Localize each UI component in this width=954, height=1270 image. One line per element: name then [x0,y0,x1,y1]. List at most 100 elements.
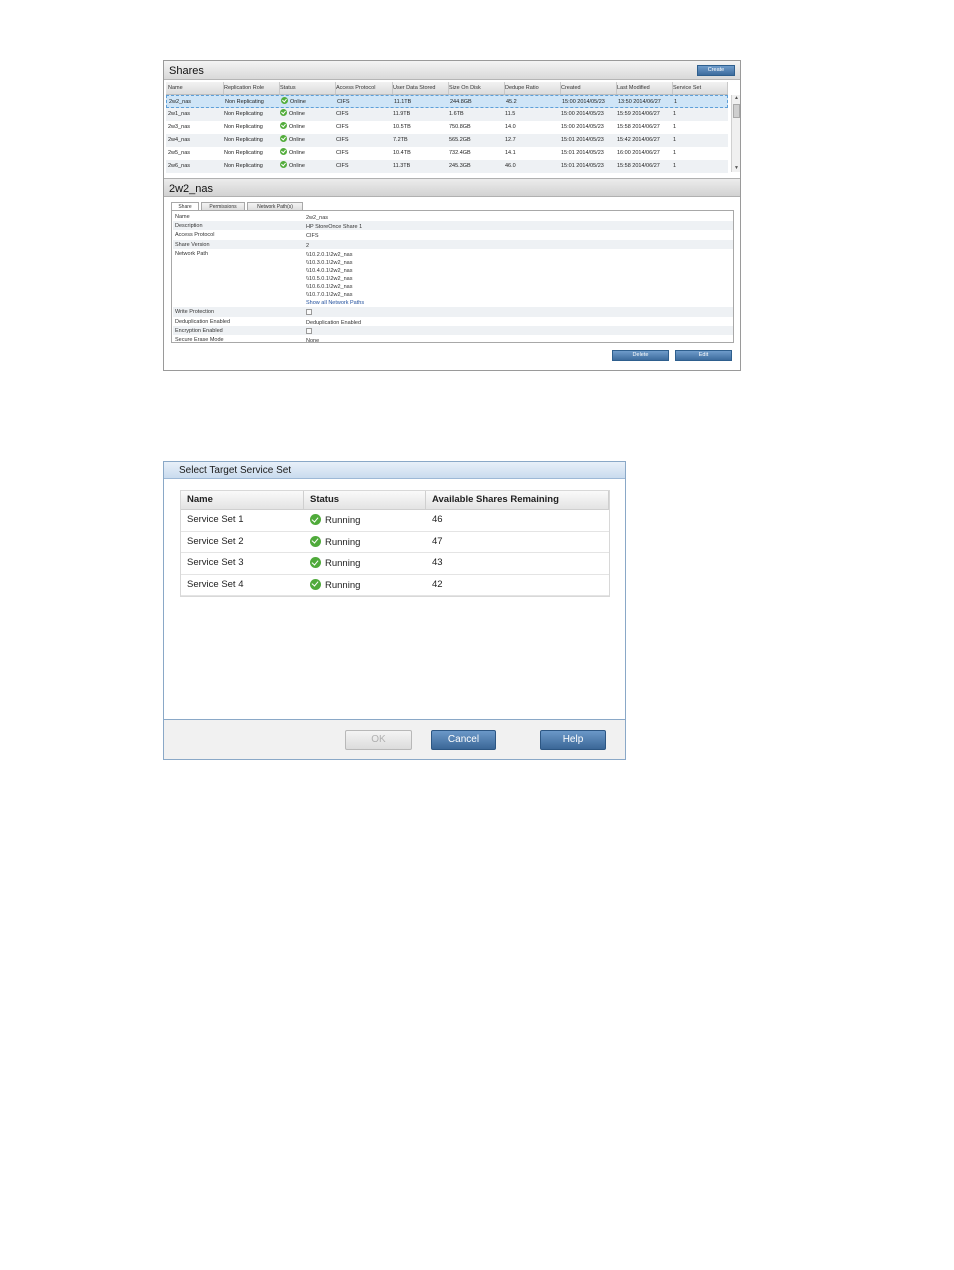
share-cell: 15:01 2014/05/23 [561,163,604,169]
service-set-row[interactable]: Service Set 4 Running 42 [181,574,609,596]
detail-row-name: Name 2w2_nas [173,212,733,221]
write-protection-label: Write Protection [175,309,215,315]
encryption-label: Encryption Enabled [175,328,223,334]
share-cell: 1 [673,163,677,169]
secure-erase-value: None [306,338,320,344]
service-set-status: Running [304,511,360,532]
running-check-icon [310,535,321,547]
service-set-row[interactable]: Service Set 2 Running 47 [181,531,609,554]
share-cell: 1.6TB [449,111,464,117]
network-path-item: \\10.3.0.1\2w2_nas [306,260,353,266]
running-check-icon [310,514,321,525]
share-cell: CIFS [336,124,349,130]
service-set-name: Service Set 2 [187,535,244,547]
shares-column-header[interactable]: Name [168,82,224,94]
column-available-shares[interactable]: Available Shares Remaining [426,491,609,509]
share-cell: Non Replicating [224,124,263,130]
network-path-item: \\10.4.0.1\2w2_nas [306,268,353,274]
ok-button[interactable]: OK [345,730,412,750]
share-cell: 732.4GB [449,150,471,156]
create-button[interactable]: Create [697,65,735,76]
share-cell: 10.5TB [393,124,411,130]
share-status-cell: Online [280,160,336,173]
share-cell: 16:00 2014/06/27 [617,150,660,156]
share-cell: 2w6_nas [168,163,191,169]
share-cell: 15:00 2014/05/23 [561,111,604,117]
share-cell: 15:00 2014/05/23 [561,124,604,130]
share-cell: CIFS [336,137,349,143]
share-row[interactable]: 2w5_nas Non Replicating Online CIFS 10.4TB 73… [166,147,728,160]
service-set-table-header: Name Status Available Shares Remaining [181,491,609,510]
share-cell: 15:59 2014/06/27 [617,111,660,117]
column-name[interactable]: Name [181,491,304,509]
share-cell: 565.2GB [449,137,471,143]
show-all-network-paths-link[interactable]: Show all Network Paths [306,299,364,307]
scroll-down-icon[interactable]: ▼ [733,165,740,172]
share-cell: Non Replicating [224,163,263,169]
share-row[interactable]: 2w3_nas Non Replicating Online CIFS 10.5TB 75… [166,121,728,134]
share-status-text: Online [290,99,306,105]
shares-column-header[interactable]: Dedupe Ratio [505,82,561,94]
share-cell: 12.7 [505,137,516,143]
share-status-text: Online [289,111,305,117]
share-row[interactable]: 2w6_nas Non Replicating Online CIFS 11.3TB 24… [166,160,728,173]
edit-button[interactable]: Edit [675,350,732,361]
shares-column-header[interactable]: Replication Role [224,82,280,94]
service-set-name: Service Set 4 [187,578,244,590]
share-row[interactable]: 2w4_nas Non Replicating Online CIFS 7.2TB 565… [166,134,728,147]
share-cell: 245.3GB [449,163,471,169]
shares-column-header[interactable]: Size On Disk [449,82,505,94]
secure-erase-label: Secure Erase Mode [175,337,224,343]
network-path-item: \\10.2.0.1\2w2_nas [306,252,353,258]
access-protocol-label: Access Protocol [175,232,215,238]
shares-scrollbar[interactable]: ▲ ▼ [731,95,740,172]
shares-column-header[interactable]: User Data Stored [393,82,449,94]
network-path-label: Network Path [175,251,209,257]
detail-header: 2w2_nas [164,178,740,197]
online-check-icon [280,148,287,155]
service-set-row[interactable]: Service Set 1 Running 46 [181,510,609,532]
description-label: Description [175,223,203,229]
column-status[interactable]: Status [304,491,426,509]
online-check-icon [280,135,287,142]
shares-column-header[interactable]: Status [280,82,336,94]
share-row[interactable]: 2w1_nas Non Replicating Online CIFS 11.9TB 1.… [166,108,728,121]
cancel-button[interactable]: Cancel [431,730,496,750]
service-set-status-text: Running [325,558,361,569]
scroll-up-icon[interactable]: ▲ [733,95,740,102]
share-status-cell: Online [280,121,336,134]
share-cell: 14.0 [505,124,516,130]
detail-row-access-protocol: Access Protocol CIFS [173,230,733,240]
service-set-row[interactable]: Service Set 3 Running 43 [181,553,609,575]
network-path-list: \\10.2.0.1\2w2_nas \\10.3.0.1\2w2_nas \\… [306,251,364,307]
share-cell: 15:01 2014/05/23 [561,137,604,143]
share-cell: 2w4_nas [168,137,191,143]
scroll-thumb[interactable] [733,104,740,118]
shares-header: Shares Create [164,61,740,80]
detail-title: 2w2_nas [169,183,214,195]
shares-column-header[interactable]: Last Modified [617,82,673,94]
detail-row-write-protection: Write Protection [173,307,733,317]
online-check-icon [280,122,287,129]
service-set-available-shares: 46 [432,514,443,525]
dialog-title: Select Target Service Set [179,465,292,476]
share-cell: 15:42 2014/06/27 [617,137,660,143]
shares-column-header[interactable]: Access Protocol [336,82,393,94]
share-status-text: Online [289,163,305,169]
shares-column-header[interactable]: Service Set [673,82,728,94]
detail-row-description: Description HP StoreOnce Share 1 [173,221,733,230]
shares-column-header[interactable]: Created [561,82,617,94]
share-cell: 15:58 2014/06/27 [617,163,660,169]
network-path-item: \\10.5.0.1\2w2_nas [306,276,353,282]
delete-button[interactable]: Delete [612,350,669,361]
shares-table-header: Name Replication Role Status Access Protoco… [166,82,728,95]
detail-row-share-version: Share Version 2 [173,240,733,249]
service-set-available-shares: 42 [432,578,443,590]
write-protection-checkbox [306,309,312,315]
dedup-label: Deduplication Enabled [175,319,231,325]
service-set-status: Running [304,533,360,554]
service-set-status-text: Running [325,515,361,526]
share-row[interactable]: 2w2_nas Non Replicating Online CIFS 11.1TB 24… [166,95,728,108]
detail-row-secure-erase: Secure Erase Mode None [173,335,733,344]
help-button[interactable]: Help [540,730,606,750]
